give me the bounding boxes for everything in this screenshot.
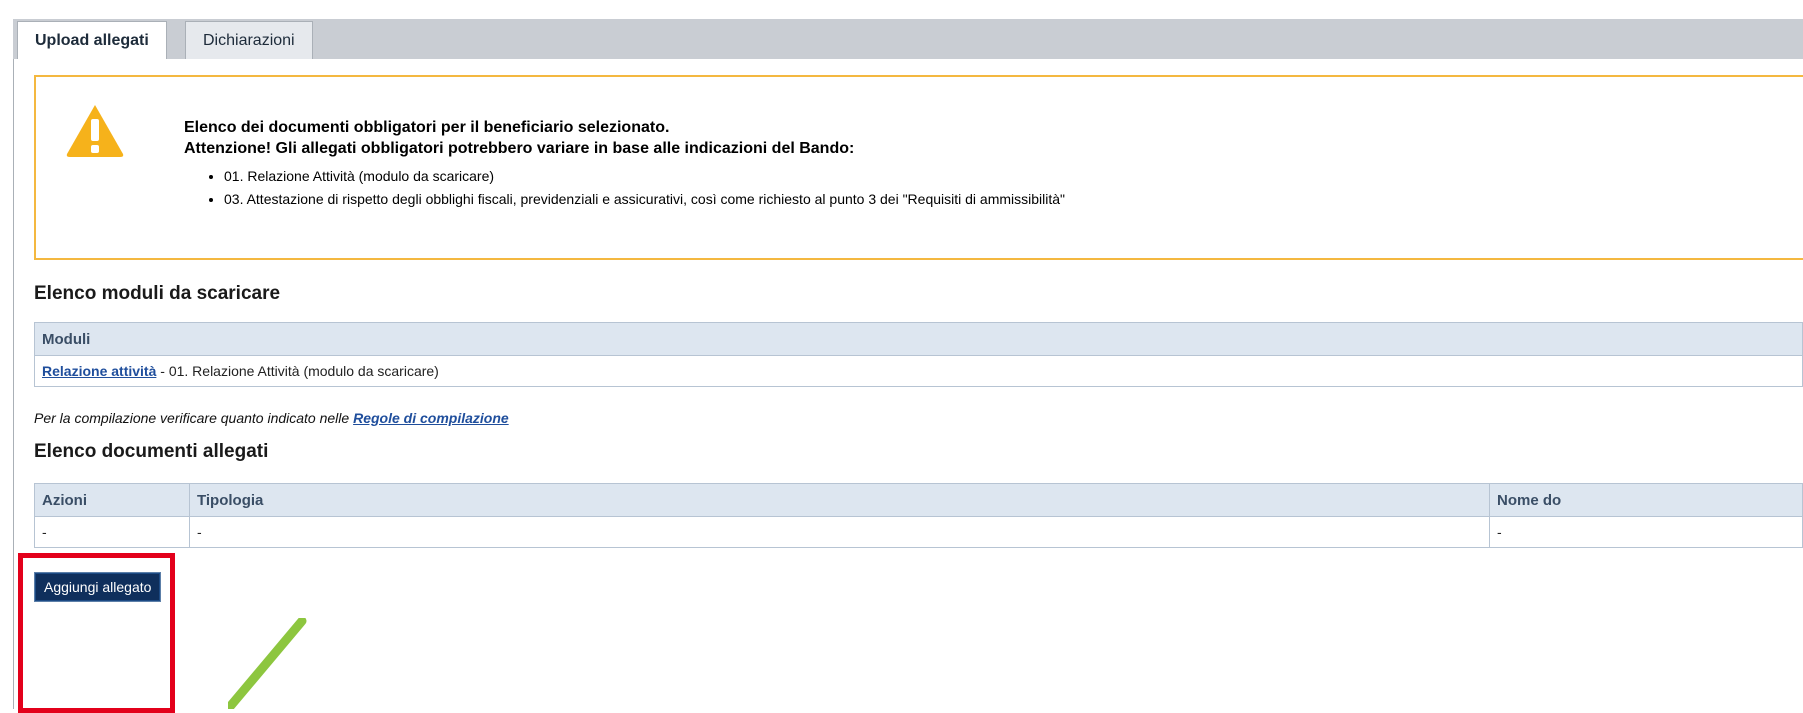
warning-title: Elenco dei documenti obbligatori per il … xyxy=(184,117,854,159)
tab-upload-allegati[interactable]: Upload allegati xyxy=(17,21,167,59)
column-header-tipologia: Tipologia xyxy=(189,483,1490,517)
attachments-table: Azioni Tipologia Nome do - - - xyxy=(34,483,1803,548)
modules-column-header: Moduli xyxy=(34,322,1803,356)
module-description: - 01. Relazione Attività (modulo da scar… xyxy=(156,363,439,379)
modules-table: Moduli Relazione attività - 01. Relazion… xyxy=(34,322,1803,387)
note-text: Per la compilazione verificare quanto in… xyxy=(34,410,354,426)
pointer-arrow-icon xyxy=(228,618,307,709)
warning-title-line2: Attenzione! Gli allegati obbligatori pot… xyxy=(184,140,855,157)
tab-dichiarazioni[interactable]: Dichiarazioni xyxy=(185,21,313,59)
module-cell: Relazione attività - 01. Relazione Attiv… xyxy=(34,355,1803,387)
attachments-heading: Elenco documenti allegati xyxy=(34,441,269,462)
tab-bar: Upload allegati Dichiarazioni xyxy=(13,19,1803,59)
add-attachment-button[interactable]: Aggiungi allegato xyxy=(34,572,162,602)
column-header-azioni: Azioni xyxy=(34,483,190,517)
content-border xyxy=(13,59,14,709)
compilation-note: Per la compilazione verificare quanto in… xyxy=(34,410,509,426)
list-item: 03. Attestazione di rispetto degli obbli… xyxy=(224,188,1065,211)
warning-triangle-icon xyxy=(66,105,124,157)
table-row: Relazione attività - 01. Relazione Attiv… xyxy=(34,355,1803,387)
required-docs-list: 01. Relazione Attività (modulo da scaric… xyxy=(206,165,1065,211)
list-item: 01. Relazione Attività (modulo da scaric… xyxy=(224,165,1065,188)
cell-tipologia: - xyxy=(189,516,1490,548)
table-row: - - - xyxy=(34,516,1803,548)
warning-title-line1: Elenco dei documenti obbligatori per il … xyxy=(184,119,670,136)
cell-nome: - xyxy=(1489,516,1803,548)
regole-compilazione-link[interactable]: Regole di compilazione xyxy=(353,410,509,426)
cell-azioni: - xyxy=(34,516,190,548)
relazione-attivita-link[interactable]: Relazione attività xyxy=(42,363,156,379)
modules-heading: Elenco moduli da scaricare xyxy=(34,283,281,304)
warning-box: Elenco dei documenti obbligatori per il … xyxy=(34,75,1803,260)
column-header-nome: Nome do xyxy=(1489,483,1803,517)
